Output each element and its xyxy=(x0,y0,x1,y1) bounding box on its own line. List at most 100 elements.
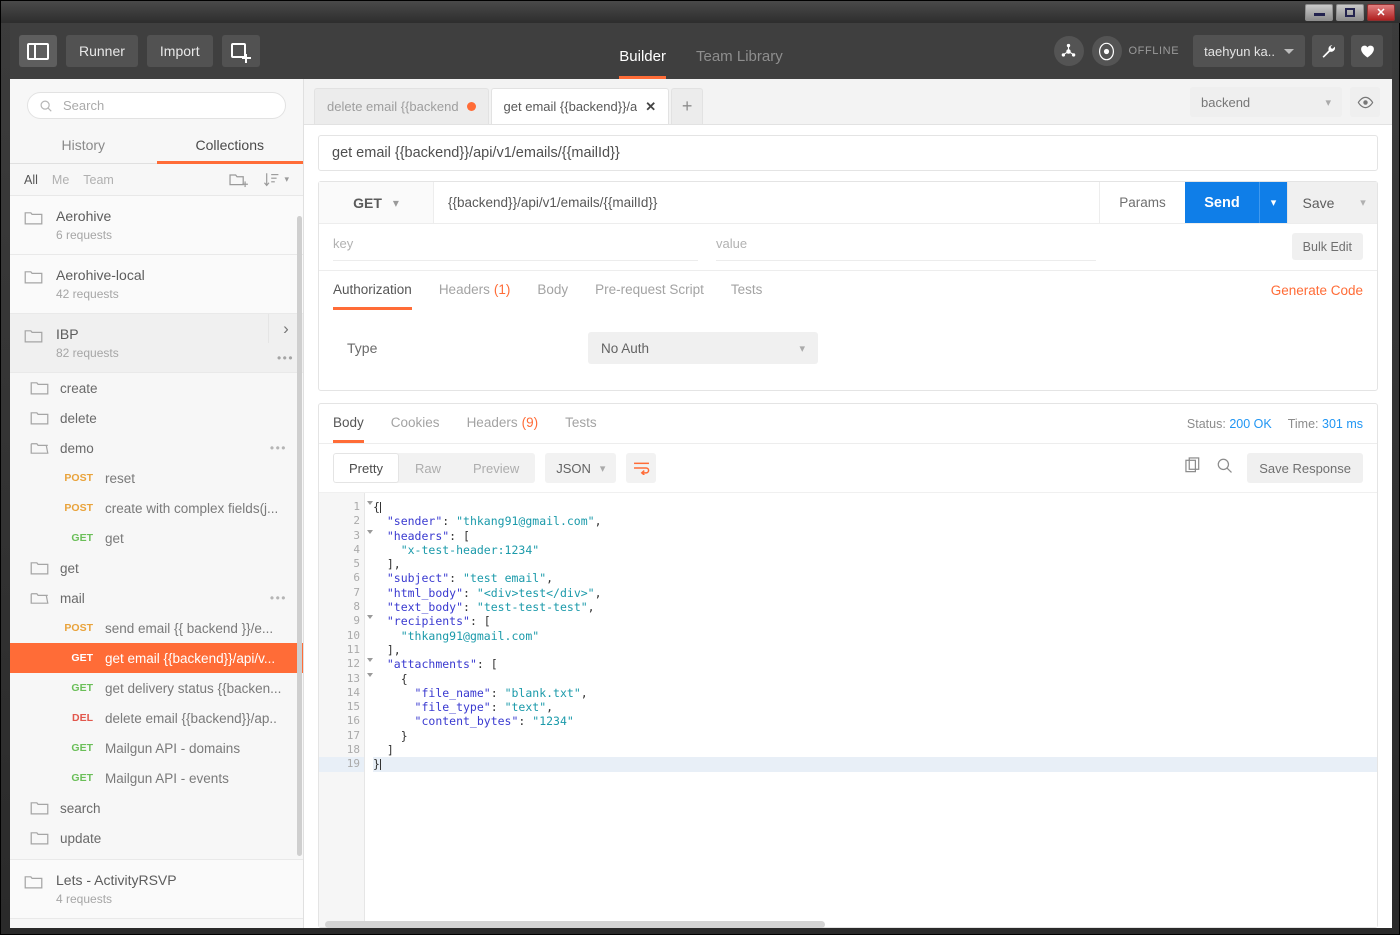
request-row[interactable]: POST reset xyxy=(10,463,303,493)
folder-row-create[interactable]: create xyxy=(10,373,303,403)
add-tab-button[interactable]: + xyxy=(671,88,704,124)
horizontal-scrollbar[interactable] xyxy=(313,921,1392,928)
folder-row-search[interactable]: search xyxy=(10,793,303,823)
window-close-button[interactable]: ✕ xyxy=(1367,3,1395,21)
format-pretty[interactable]: Pretty xyxy=(333,453,399,483)
new-folder-icon[interactable] xyxy=(229,172,249,188)
auth-type-select[interactable]: No Auth ▾ xyxy=(588,332,818,364)
request-row[interactable]: POST send email {{ backend }}/e... xyxy=(10,613,303,643)
tab-authorization[interactable]: Authorization xyxy=(333,271,412,310)
generate-code-link[interactable]: Generate Code xyxy=(1271,283,1363,298)
request-tab-delete-email[interactable]: delete email {{backend xyxy=(314,88,489,124)
request-tab-get-email[interactable]: get email {{backend}}/a ✕ xyxy=(490,88,670,124)
import-button[interactable]: Import xyxy=(146,35,213,67)
fold-arrow-icon[interactable] xyxy=(367,658,373,663)
window-maximize-button[interactable] xyxy=(1336,3,1364,21)
folder-row-delete[interactable]: delete xyxy=(10,403,303,433)
response-tab-headers[interactable]: Headers (9) xyxy=(467,404,539,443)
folder-options-icon[interactable]: ••• xyxy=(270,441,287,455)
sidebar-tab-collections[interactable]: Collections xyxy=(156,128,303,164)
sidebar-scrollbar[interactable] xyxy=(297,196,302,928)
sidebar-tab-history[interactable]: History xyxy=(10,128,157,164)
fold-arrow-icon[interactable] xyxy=(367,529,373,534)
search-icon xyxy=(40,99,52,112)
param-key-input[interactable]: key xyxy=(333,233,698,261)
collections-list[interactable]: Aerohive 6 requests Aerohive-local 42 re… xyxy=(10,196,303,928)
sidebar-scrollbar-thumb[interactable] xyxy=(297,216,302,856)
fold-arrow-icon[interactable] xyxy=(367,501,373,505)
search-input[interactable] xyxy=(61,97,274,114)
fold-arrow-icon[interactable] xyxy=(367,615,373,620)
environment-select[interactable]: backend ▾ xyxy=(1190,87,1342,117)
close-icon[interactable]: ✕ xyxy=(645,99,656,115)
eye-icon[interactable] xyxy=(1350,87,1380,117)
filter-all[interactable]: All xyxy=(24,173,38,187)
folder-options-icon[interactable]: ••• xyxy=(270,591,287,605)
window-minimize-button[interactable] xyxy=(1305,3,1333,21)
status-icon[interactable] xyxy=(1091,36,1122,66)
tab-pre-request-script[interactable]: Pre-request Script xyxy=(595,271,704,310)
request-row-selected[interactable]: GET get email {{backend}}/api/v... xyxy=(10,643,303,673)
response-body-text[interactable]: { "sender": "thkang91@gmail.com", "heade… xyxy=(365,493,1377,927)
runner-button[interactable]: Runner xyxy=(66,35,138,67)
url-input[interactable]: {{backend}}/api/v1/emails/{{mailId}} xyxy=(434,182,1100,223)
filter-me[interactable]: Me xyxy=(52,173,69,187)
format-preview[interactable]: Preview xyxy=(457,453,535,483)
user-menu-button[interactable]: taehyun ka.. xyxy=(1193,35,1305,67)
request-row[interactable]: GET Mailgun API - events xyxy=(10,763,303,793)
response-tab-cookies[interactable]: Cookies xyxy=(391,404,440,443)
code-line: "x-test-header:1234" xyxy=(400,542,540,557)
tab-body[interactable]: Body xyxy=(537,271,568,310)
line-number: 10 xyxy=(346,628,360,642)
nav-builder[interactable]: Builder xyxy=(619,48,666,79)
response-tab-tests[interactable]: Tests xyxy=(565,404,597,443)
folder-row-mail[interactable]: mail ••• xyxy=(10,583,303,613)
response-meta: Status: 200 OK Time: 301 ms xyxy=(1187,417,1363,431)
send-options-button[interactable]: ▾ xyxy=(1259,182,1287,223)
new-window-button[interactable] xyxy=(221,35,260,67)
save-button[interactable]: Save xyxy=(1287,182,1349,223)
param-value-input[interactable]: value xyxy=(716,233,1096,261)
request-row[interactable]: GET get delivery status {{backen... xyxy=(10,673,303,703)
params-button[interactable]: Params xyxy=(1100,182,1185,223)
sidebar-toggle-button[interactable] xyxy=(19,35,57,67)
tab-tests[interactable]: Tests xyxy=(731,271,763,310)
collection-item[interactable]: Aerohive-local 42 requests xyxy=(10,255,303,314)
collection-item[interactable]: Lets - ActivityRSVP 4 requests xyxy=(10,859,303,919)
response-tab-body[interactable]: Body xyxy=(333,404,364,443)
response-language-select[interactable]: JSON ▾ xyxy=(545,453,617,483)
wrench-icon[interactable] xyxy=(1312,35,1344,67)
horizontal-scrollbar-thumb[interactable] xyxy=(325,921,825,928)
bulk-edit-button[interactable]: Bulk Edit xyxy=(1291,233,1363,260)
response-body-code[interactable]: 1 2 3 4 5 6 7 8 9 10 11 12 13 14 15 16 17 18 19 { "sender"… xyxy=(319,492,1377,927)
wrap-lines-icon[interactable] xyxy=(626,453,657,483)
method-select[interactable]: GET ▾ xyxy=(319,182,434,223)
collection-item-ibp[interactable]: IBP 82 requests › ••• xyxy=(10,314,303,373)
fold-arrow-icon[interactable] xyxy=(367,672,373,677)
save-options-button[interactable]: ▾ xyxy=(1349,182,1377,223)
heart-icon[interactable] xyxy=(1351,35,1383,67)
auth-type-value: No Auth xyxy=(601,340,650,356)
postman-app: Runner Import Builder Team Library OFFLI… xyxy=(10,23,1392,928)
filter-team[interactable]: Team xyxy=(83,173,114,187)
request-row[interactable]: GET get xyxy=(10,523,303,553)
send-button[interactable]: Send xyxy=(1185,182,1259,223)
sync-icon[interactable] xyxy=(1053,36,1084,66)
collection-item[interactable]: Aerohive 6 requests xyxy=(10,196,303,255)
format-raw[interactable]: Raw xyxy=(399,453,457,483)
save-response-button[interactable]: Save Response xyxy=(1247,453,1363,483)
request-row[interactable]: GET Mailgun API - domains xyxy=(10,733,303,763)
search-icon[interactable] xyxy=(1216,457,1233,479)
folder-row-demo[interactable]: demo ••• xyxy=(10,433,303,463)
code-line: "html_body": "<div>test</div>", xyxy=(386,585,602,600)
folder-row-get[interactable]: get xyxy=(10,553,303,583)
folder-row-update[interactable]: update xyxy=(10,823,303,853)
tab-headers[interactable]: Headers (1) xyxy=(439,271,511,310)
copy-icon[interactable] xyxy=(1185,457,1202,479)
request-row[interactable]: DEL delete email {{backend}}/ap.. xyxy=(10,703,303,733)
request-title-input[interactable]: get email {{backend}}/api/v1/emails/{{ma… xyxy=(318,135,1378,171)
nav-team-library[interactable]: Team Library xyxy=(696,48,783,79)
sort-icon[interactable]: ▾ xyxy=(264,172,289,188)
search-box[interactable] xyxy=(27,92,286,119)
request-row[interactable]: POST create with complex fields(j... xyxy=(10,493,303,523)
